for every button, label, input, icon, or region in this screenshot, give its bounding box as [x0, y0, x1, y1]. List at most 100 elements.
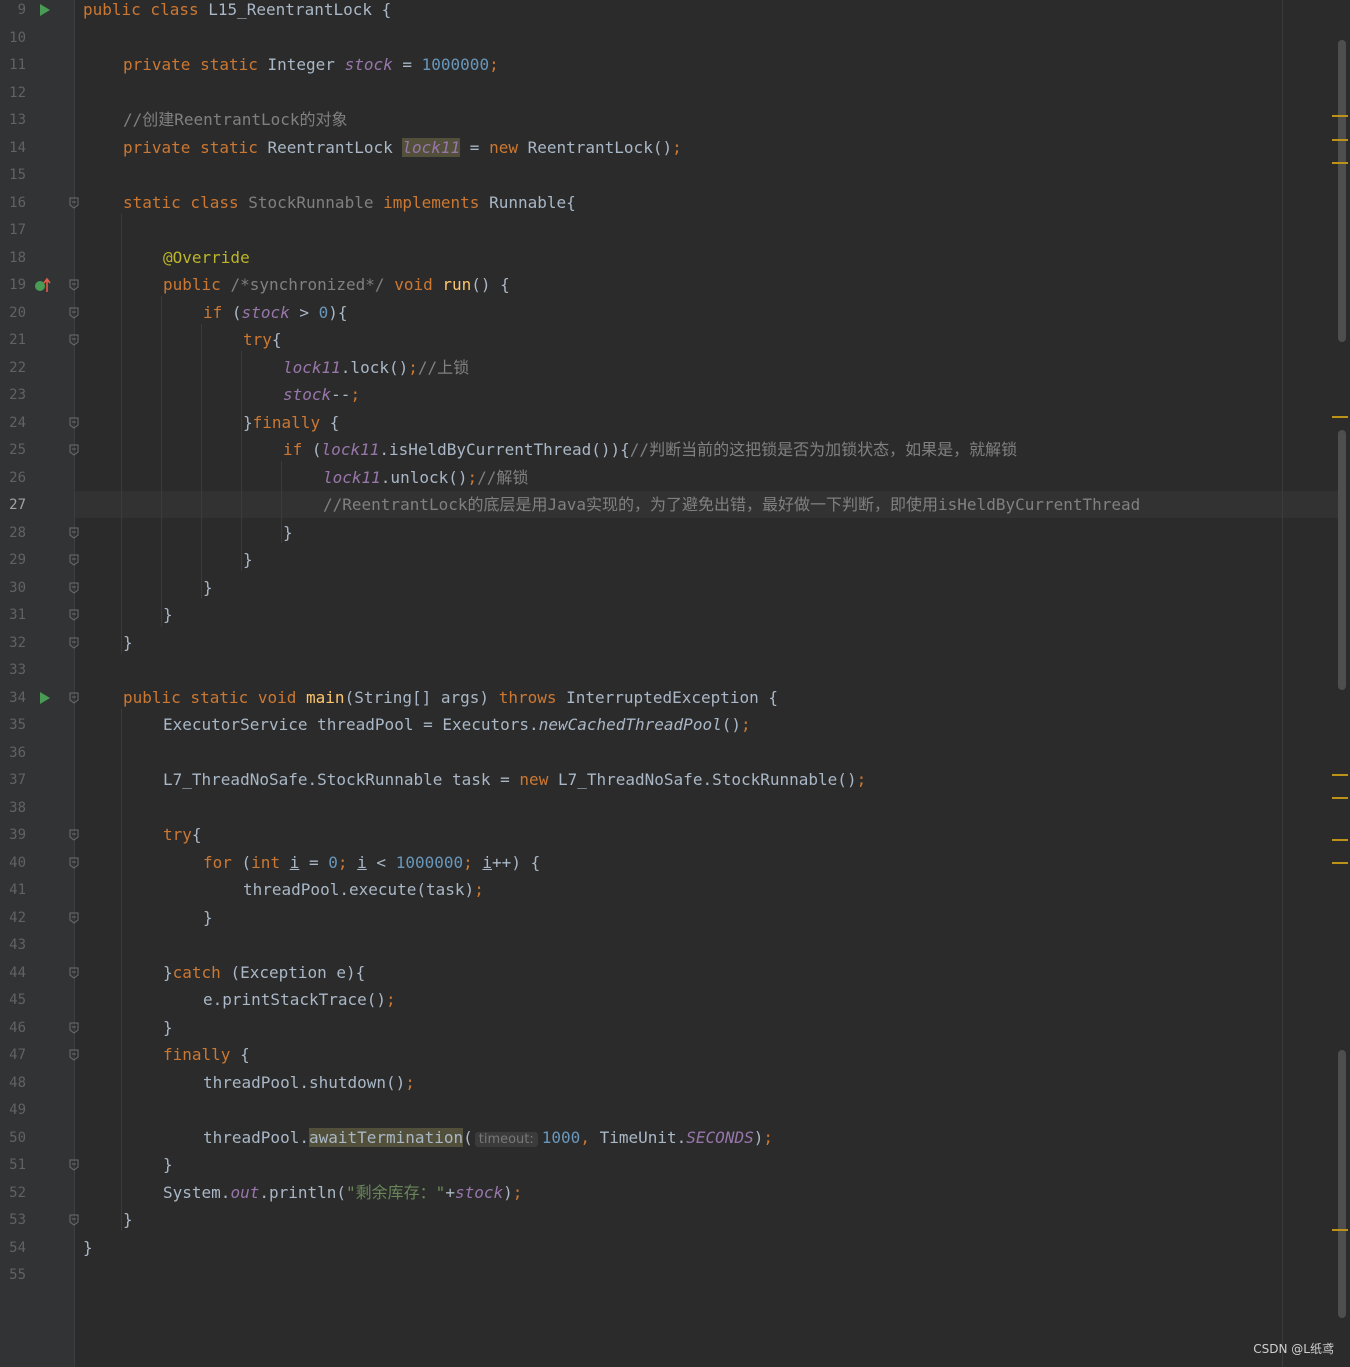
line-number[interactable]: 10 [0, 28, 26, 48]
gutter: 9 10 11 12 13 14 15 16 17 18 19 20 21 22 23 24 25 26 27 28 2… [0, 0, 79, 1367]
line-number[interactable]: 49 [0, 1100, 26, 1120]
code-line-46: } [163, 1018, 173, 1037]
code-line-18: @Override [163, 248, 250, 267]
line-number[interactable]: 27 [0, 495, 26, 515]
line-number[interactable]: 48 [0, 1073, 26, 1093]
line-number[interactable]: 41 [0, 880, 26, 900]
code-line-29: } [243, 550, 253, 569]
line-number[interactable]: 45 [0, 990, 26, 1010]
line-number[interactable]: 12 [0, 83, 26, 103]
warning-stripe-marker[interactable] [1332, 162, 1348, 164]
line-number[interactable]: 50 [0, 1128, 26, 1148]
override-up-arrow-icon[interactable] [34, 277, 52, 293]
code-line-42: } [203, 908, 213, 927]
line-number[interactable]: 32 [0, 633, 26, 653]
code-line-14: private static ReentrantLock lock11 = ne… [123, 138, 682, 157]
indent-guide [121, 214, 122, 654]
line-number[interactable]: 26 [0, 468, 26, 488]
line-number[interactable]: 25 [0, 440, 26, 460]
code-line-11: private static Integer stock = 1000000; [123, 55, 499, 74]
code-line-25: if (lock11.isHeldByCurrentThread()){//判断… [283, 440, 1018, 459]
run-icon[interactable] [40, 4, 50, 16]
line-number[interactable]: 22 [0, 358, 26, 378]
line-number[interactable]: 15 [0, 165, 26, 185]
indent-guide [121, 709, 122, 1231]
line-number[interactable]: 23 [0, 385, 26, 405]
run-icon[interactable] [40, 692, 50, 704]
line-number[interactable]: 52 [0, 1183, 26, 1203]
indent-guide [281, 461, 282, 543]
code-line-26: lock11.unlock();//解锁 [323, 468, 529, 487]
line-number[interactable]: 36 [0, 743, 26, 763]
line-number[interactable]: 44 [0, 963, 26, 983]
line-number[interactable]: 30 [0, 578, 26, 598]
indent-guide [201, 324, 202, 599]
code-line-28: } [283, 523, 293, 542]
warning-stripe-marker[interactable] [1332, 115, 1348, 117]
line-number[interactable]: 35 [0, 715, 26, 735]
code-line-45: e.printStackTrace(); [203, 990, 396, 1009]
code-line-31: } [163, 605, 173, 624]
code-line-23: stock--; [283, 385, 361, 404]
code-line-24: }finally { [243, 413, 340, 432]
line-number[interactable]: 51 [0, 1155, 26, 1175]
code-line-44: }catch (Exception e){ [163, 963, 366, 982]
vertical-scrollbar-thumb[interactable] [1338, 1050, 1346, 1318]
code-line-22: lock11.lock();//上锁 [283, 358, 470, 377]
line-number[interactable]: 47 [0, 1045, 26, 1065]
line-number[interactable]: 46 [0, 1018, 26, 1038]
line-number[interactable]: 21 [0, 330, 26, 350]
warning-stripe-marker[interactable] [1332, 774, 1348, 776]
code-line-50: threadPool.awaitTermination(timeout: 1000… [203, 1128, 773, 1147]
code-line-30: } [203, 578, 213, 597]
line-number[interactable]: 37 [0, 770, 26, 790]
code-line-40: for (int i = 0; i < 1000000; i++) { [203, 853, 541, 872]
line-number[interactable]: 20 [0, 303, 26, 323]
code-line-13: //创建ReentrantLock的对象 [123, 110, 348, 129]
code-line-53: } [123, 1210, 133, 1229]
code-line-34: public static void main(String[] args) t… [123, 688, 779, 707]
line-number[interactable]: 53 [0, 1210, 26, 1230]
line-number[interactable]: 11 [0, 55, 26, 75]
line-number[interactable]: 34 [0, 688, 26, 708]
right-margin-guide [1282, 0, 1283, 1367]
line-number[interactable]: 38 [0, 798, 26, 818]
line-number[interactable]: 43 [0, 935, 26, 955]
watermark: CSDN @L纸鸢 [1253, 1342, 1334, 1356]
line-number[interactable]: 31 [0, 605, 26, 625]
line-number[interactable]: 14 [0, 138, 26, 158]
warning-stripe-marker[interactable] [1332, 862, 1348, 864]
line-number[interactable]: 16 [0, 193, 26, 213]
line-number[interactable]: 42 [0, 908, 26, 928]
warning-stripe-marker[interactable] [1332, 839, 1348, 841]
code-line-51: } [163, 1155, 173, 1174]
warning-stripe-marker[interactable] [1332, 416, 1348, 418]
line-number[interactable]: 29 [0, 550, 26, 570]
code-line-20: if (stock > 0){ [203, 303, 348, 322]
code-editor[interactable]: public class L15_ReentrantLock { private… [75, 0, 1350, 1367]
line-number[interactable]: 33 [0, 660, 26, 680]
code-line-27: //ReentrantLock的底层是用Java实现的，为了避免出错，最好做一下… [323, 495, 1141, 514]
code-line-39: try{ [163, 825, 202, 844]
warning-stripe-marker[interactable] [1332, 797, 1348, 799]
line-number[interactable]: 19 [0, 275, 26, 295]
line-number[interactable]: 54 [0, 1238, 26, 1258]
code-line-47: finally { [163, 1045, 250, 1064]
line-number[interactable]: 24 [0, 413, 26, 433]
line-number[interactable]: 28 [0, 523, 26, 543]
warning-stripe-marker[interactable] [1332, 1229, 1348, 1231]
line-number[interactable]: 39 [0, 825, 26, 845]
line-number[interactable]: 9 [0, 0, 26, 20]
vertical-scrollbar-thumb[interactable] [1338, 430, 1346, 690]
line-number[interactable]: 13 [0, 110, 26, 130]
code-line-41: threadPool.execute(task); [243, 880, 484, 899]
code-line-35: ExecutorService threadPool = Executors.n… [163, 715, 751, 734]
vertical-scrollbar-thumb[interactable] [1338, 40, 1346, 342]
warning-stripe-marker[interactable] [1332, 139, 1348, 141]
line-number[interactable]: 40 [0, 853, 26, 873]
code-line-48: threadPool.shutdown(); [203, 1073, 415, 1092]
line-number[interactable]: 17 [0, 220, 26, 240]
line-number[interactable]: 18 [0, 248, 26, 268]
code-line-32: } [123, 633, 133, 652]
line-number[interactable]: 55 [0, 1265, 26, 1285]
